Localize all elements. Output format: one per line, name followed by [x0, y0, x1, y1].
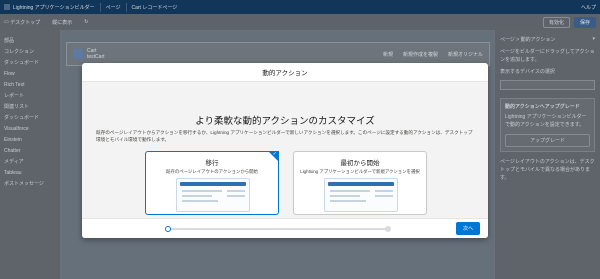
- dynamic-actions-modal: 動的アクション より柔軟な動的アクションのカスタマイズ 既存のページレイアウトか…: [82, 63, 488, 238]
- migrate-card[interactable]: ✓ 移行 既存のページレイアウトのアクションから開始: [145, 151, 279, 215]
- upgrade-title: 動的アクションへアップグレード: [505, 104, 580, 110]
- save-button[interactable]: 保存: [573, 16, 596, 28]
- component-item[interactable]: ダッシュボード: [4, 58, 56, 69]
- component-item[interactable]: Tableau: [4, 168, 56, 179]
- card-subtitle: Lightning アプリケーションビルダーで新規アクションを選択: [300, 169, 420, 174]
- activate-button[interactable]: 有効化: [542, 16, 570, 28]
- component-item[interactable]: Einstein: [4, 135, 56, 146]
- view-label: 縦に表示: [52, 19, 73, 26]
- record-name: testCart: [87, 54, 105, 60]
- component-item[interactable]: ダッシュボード: [4, 113, 56, 124]
- component-item[interactable]: ポストメッセージ: [4, 179, 56, 190]
- app-launcher-icon[interactable]: [4, 4, 10, 10]
- refresh-icon[interactable]: ↻: [84, 19, 88, 25]
- checkmark-icon: ✓: [272, 151, 277, 157]
- info-text: ページレイアウトのアクションは、デスクトップとモバイルで異なる場合があります。: [500, 159, 595, 181]
- device-select[interactable]: ▭ デスクトップ: [4, 19, 40, 26]
- action-button[interactable]: 新規: [383, 51, 393, 58]
- panel-title: 部品: [4, 38, 15, 44]
- component-item[interactable]: Chatter: [4, 146, 56, 157]
- properties-title: ページ > 動的アクション: [500, 36, 556, 43]
- card-title: 移行: [205, 160, 219, 167]
- card-subtitle: 既存のページレイアウトのアクションから開始: [166, 169, 258, 174]
- divider: [125, 2, 127, 12]
- component-item[interactable]: Rich Text: [4, 80, 56, 91]
- option-cards: ✓ 移行 既存のページレイアウトのアクションから開始 最初から開始 Lightn…: [145, 151, 427, 215]
- app-name: Lightning アプリケーションビルダー: [13, 4, 95, 11]
- step-1-indicator: [165, 225, 171, 232]
- page-name: Cart レコードページ: [131, 4, 178, 11]
- step-2-indicator: [385, 225, 391, 232]
- component-item[interactable]: コレクション: [4, 47, 56, 58]
- component-item[interactable]: Flow: [4, 69, 56, 80]
- device-label: 表示するデバイスの選択: [500, 69, 555, 75]
- properties-panel: ページ > 動的アクション ▾ ページをビルダーにドラッグしてアクションを追加し…: [495, 30, 600, 279]
- app-header: Lightning アプリケーションビルダー ページ Cart レコードページ …: [0, 0, 600, 14]
- upgrade-button[interactable]: アップグレード: [505, 134, 590, 147]
- start-fresh-card[interactable]: 最初から開始 Lightning アプリケーションビルダーで新規アクションを選択: [293, 151, 427, 215]
- modal-footer: 次へ: [82, 218, 488, 238]
- modal-body: より柔軟な動的アクションのカスタマイズ 既存のページレイアウトからアクションを移…: [82, 82, 488, 218]
- object-icon: [73, 49, 83, 59]
- step-progress: [165, 225, 391, 232]
- layout-illustration-icon: [176, 178, 250, 212]
- component-item[interactable]: レポート: [4, 91, 56, 102]
- divider: [99, 2, 101, 12]
- layout-illustration-icon: [324, 178, 398, 212]
- modal-headline: より柔軟な動的アクションのカスタマイズ: [195, 116, 375, 127]
- card-title: 最初から開始: [340, 160, 380, 167]
- modal-description: 既存のページレイアウトからアクションを移行するか、Lightning アプリケー…: [96, 130, 473, 142]
- pages-menu[interactable]: ページ: [106, 4, 121, 11]
- modal-title: 動的アクション: [262, 70, 308, 77]
- modal-header: 動的アクション: [82, 63, 488, 82]
- device-input[interactable]: [500, 80, 595, 90]
- device-label: デスクトップ: [10, 19, 41, 26]
- components-panel: 部品 コレクション ダッシュボード Flow Rich Text レポート 関連…: [0, 30, 60, 279]
- help-link[interactable]: ヘルプ: [581, 4, 596, 11]
- view-select[interactable]: 縦に表示: [52, 19, 72, 26]
- builder-toolbar: ▭ デスクトップ 縦に表示 ↻ 有効化 保存: [0, 14, 600, 30]
- next-button[interactable]: 次へ: [455, 222, 480, 235]
- component-item[interactable]: メディア: [4, 157, 56, 168]
- upgrade-box: 動的アクションへアップグレード Lightning アプリケーションビルダーで動…: [500, 98, 595, 152]
- component-item[interactable]: 関連リスト: [4, 102, 56, 113]
- properties-text: ページをビルダーにドラッグしてアクションを追加します。: [500, 49, 595, 63]
- action-button[interactable]: 新規オリジナル: [448, 51, 483, 58]
- upgrade-text: Lightning アプリケーションビルダーで動的アクションを設定できます。: [505, 114, 587, 128]
- component-item[interactable]: Visualforce: [4, 124, 56, 135]
- action-button[interactable]: 新規作成を複製: [403, 51, 438, 58]
- chevron-down-icon[interactable]: ▾: [592, 36, 595, 42]
